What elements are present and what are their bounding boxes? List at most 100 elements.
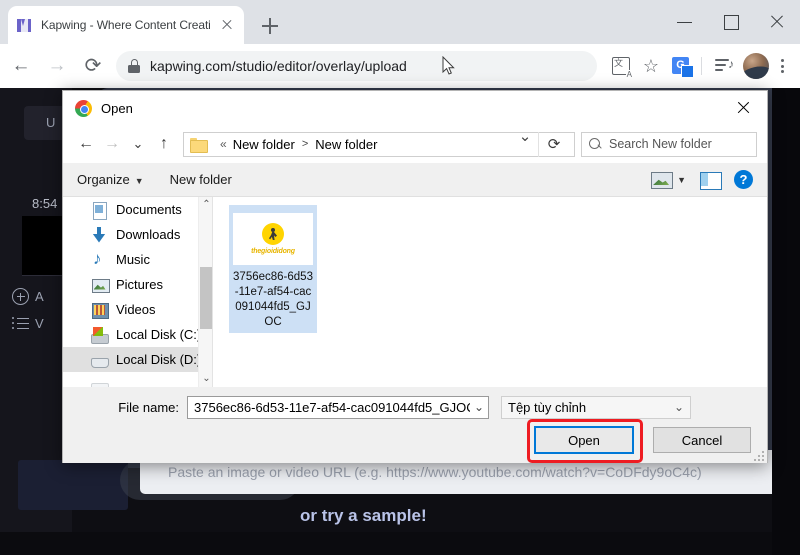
kapwing-rail-item-add[interactable]: A [12,288,44,305]
organize-button[interactable]: Organize ▼ [77,172,144,187]
search-input[interactable]: Search New folder [581,131,757,157]
file-type-chevron-down-icon: ⌄ [673,400,684,414]
browser-forward-button[interactable] [42,51,72,81]
media-control-icon[interactable] [710,52,738,80]
dialog-close-button[interactable] [721,91,767,125]
translate-icon[interactable] [607,52,635,80]
toolbar-divider [701,57,702,75]
tab-close-icon[interactable] [218,16,236,34]
chrome-logo-icon [75,99,92,117]
nav-item-downloads[interactable]: Downloads [63,222,213,247]
file-name-field-label: File name: [118,399,179,415]
refresh-button[interactable] [538,131,569,157]
help-icon[interactable]: ? [734,170,753,189]
kapwing-rail-item-list[interactable]: V [12,316,44,331]
dialog-button-row: Open Cancel [527,419,751,463]
address-bar[interactable]: kapwing.com/studio/editor/overlay/upload [116,51,597,81]
breadcrumb-prefix: « [220,137,227,151]
file-item[interactable]: thegioididong 3756ec86-6d53-11e7-af54-ca… [229,205,317,333]
nav-item-label: Documents [116,202,182,217]
kapwing-bottom-strip [0,532,800,555]
chrome-menu-icon[interactable] [772,52,794,80]
nav-item-pictures[interactable]: Pictures [63,272,213,297]
navigation-pane: Documents Downloads Music Pictures Video… [63,197,213,387]
breadcrumb-part-2[interactable]: New folder [315,137,377,152]
bookmark-star-icon[interactable] [637,52,665,80]
dialog-navigation-bar: ← → ⌄ ↑ « New folder > New folder Search… [63,125,767,163]
nav-item-label: Local Disk (C:) [116,327,202,342]
browser-reload-button[interactable] [78,51,108,81]
file-name-input[interactable]: 3756ec86-6d53-11e7-af54-cac091044fd5_GJO… [187,395,489,419]
cancel-button[interactable]: Cancel [653,427,751,453]
search-placeholder: Search New folder [609,137,712,151]
window-close-button[interactable] [754,0,800,44]
open-button[interactable]: Open [527,419,643,463]
open-file-dialog: Open ← → ⌄ ↑ « New folder > New folder S… [62,90,768,463]
dialog-command-bar: Organize ▼ New folder ▼ ? [63,163,767,197]
scroll-up-icon[interactable]: ⌃ [199,197,213,213]
nav-item-label: Pictures [116,277,163,292]
dialog-back-button[interactable]: ← [73,131,99,157]
dialog-up-button[interactable]: ↑ [151,131,177,157]
open-button-highlight-annotation [527,419,643,463]
nav-item-label: Music [116,252,150,267]
dialog-resize-grip[interactable] [754,451,764,461]
kapwing-right-edge [772,88,800,555]
pictures-icon [91,277,110,293]
browser-toolbar: kapwing.com/studio/editor/overlay/upload… [0,44,800,88]
dialog-footer: File name: 3756ec86-6d53-11e7-af54-cac09… [63,387,767,463]
preview-pane-icon[interactable] [700,171,722,190]
nav-item-local-disk-c[interactable]: Local Disk (C:) [63,322,213,347]
downloads-icon [91,226,108,243]
screen-root: U 8:54 A V Paste an image or video URL (… [0,0,800,555]
kapwing-panel-decor [18,460,128,510]
toolbar-icon-group: G [605,52,800,80]
kapwing-timestamp: 8:54 [32,196,58,211]
lock-icon [128,59,140,73]
file-type-select[interactable]: Tệp tùy chỉnh ⌄ [501,395,691,419]
file-name-chevron-down-icon[interactable]: ⌄ [470,400,484,414]
breadcrumb[interactable]: « New folder > New folder [183,127,575,157]
search-icon [589,137,602,151]
kapwing-rail-item-label: V [35,316,44,331]
profile-avatar[interactable] [743,53,769,79]
documents-icon [91,201,108,220]
breadcrumb-part-1[interactable]: New folder [233,137,295,152]
nav-item-local-disk-d[interactable]: Local Disk (D:) [63,347,213,372]
navigation-pane-scrollbar[interactable]: ⌃ ⌄ [198,197,213,387]
nav-item-music[interactable]: Music [63,247,213,272]
new-folder-button[interactable]: New folder [170,172,232,187]
breadcrumb-separator: > [301,138,309,150]
browser-tab[interactable]: Kapwing - Where Content Creati [8,6,244,44]
dialog-title: Open [101,100,133,116]
file-name-row: File name: 3756ec86-6d53-11e7-af54-cac09… [63,395,767,419]
file-name-label: 3756ec86-6d53-11e7-af54-cac091044fd5_GJO… [233,271,313,328]
window-maximize-button[interactable] [708,0,754,44]
videos-icon [91,302,109,319]
folder-icon [190,137,208,153]
google-translate-extension-icon[interactable]: G [667,52,695,80]
dialog-forward-button[interactable]: → [99,131,125,157]
kapwing-rail-item-label: A [35,289,44,304]
nav-item-label: Downloads [116,227,181,242]
kapwing-try-sample-link[interactable]: or try a sample! [98,506,800,526]
thegioididong-logo-icon [262,223,284,245]
address-bar-url: kapwing.com/studio/editor/overlay/upload [150,58,407,74]
dialog-body: Documents Downloads Music Pictures Video… [63,197,767,387]
nav-item-label: Local Disk (D:) [116,352,202,367]
view-options-icon[interactable] [650,171,674,189]
kapwing-timeline-thumbnail [22,216,62,276]
breadcrumb-dropdown-icon[interactable] [512,127,538,157]
view-options-chevron-down-icon[interactable]: ▼ [677,175,686,185]
nav-item-documents[interactable]: Documents [63,197,213,222]
dialog-recent-dropdown[interactable]: ⌄ [125,131,151,157]
nav-item-partial[interactable] [63,372,213,387]
window-minimize-button[interactable] [662,0,708,44]
kapwing-favicon [16,17,32,33]
tab-title: Kapwing - Where Content Creati [41,18,211,32]
disk-d-icon [91,352,109,368]
scroll-down-icon[interactable]: ⌄ [199,371,213,387]
new-tab-button[interactable] [256,12,284,40]
nav-item-videos[interactable]: Videos [63,297,213,322]
browser-back-button[interactable] [6,51,36,81]
